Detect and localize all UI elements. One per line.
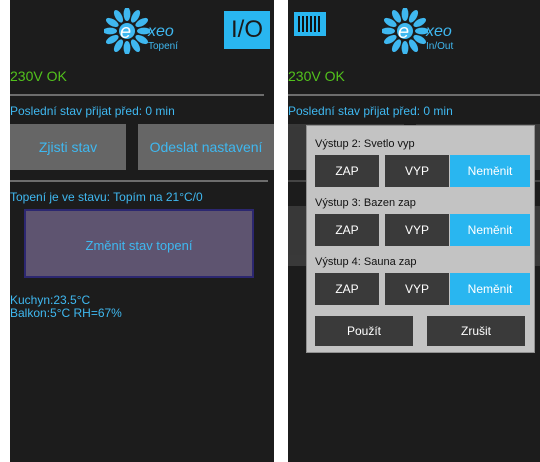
output-2-on-button[interactable]: ZAP — [315, 155, 379, 187]
output-4-on-button[interactable]: ZAP — [315, 273, 379, 305]
output-3-keep-button[interactable]: Neměnit — [450, 214, 530, 246]
output-4-keep-button[interactable]: Neměnit — [450, 273, 530, 305]
output-2-off-button[interactable]: VYP — [385, 155, 449, 187]
heating-screen: e xeo Topení I/O 230V OK Poslední stav p… — [10, 0, 274, 462]
output-3-on-button[interactable]: ZAP — [315, 214, 379, 246]
brand-name: xeo — [148, 23, 174, 40]
brand-name: xeo — [426, 23, 452, 40]
get-state-button[interactable]: Zjisti stav — [10, 124, 126, 170]
send-settings-button[interactable]: Odeslat nastavení — [138, 124, 274, 170]
power-status: 230V OK — [10, 68, 67, 84]
inout-screen: e xeo In/Out 230V OK Poslední stav přija… — [288, 0, 540, 462]
change-heating-button[interactable]: Změnit stav topení — [24, 209, 254, 278]
last-state-text: Poslední stav přijat před: 0 min — [288, 104, 453, 118]
divider — [10, 180, 268, 182]
exeo-logo: e xeo Topení — [104, 8, 188, 62]
apply-button[interactable]: Použít — [315, 316, 413, 346]
background-button — [534, 206, 540, 266]
sun-logo-icon: e — [382, 8, 428, 54]
svg-text:e: e — [398, 21, 409, 43]
temperature-readouts: Kuchyn:23.5°C Balkon:5°C RH=67% — [10, 294, 122, 320]
output-4-label: Výstup 4: Sauna zap — [315, 256, 417, 268]
output-3-off-button[interactable]: VYP — [385, 214, 449, 246]
last-state-text: Poslední stav přijat před: 0 min — [10, 104, 175, 118]
output-4-off-button[interactable]: VYP — [385, 273, 449, 305]
output-settings-dialog: Výstup 2: Svetlo vyp ZAP VYP Neměnit Výs… — [307, 126, 534, 352]
cancel-button[interactable]: Zrušit — [427, 316, 525, 346]
output-3-label: Výstup 3: Bazen zap — [315, 197, 416, 209]
heating-status-text: Topení je ve stavu: Topím na 21°C/0 — [10, 190, 203, 204]
output-2-keep-button[interactable]: Neměnit — [450, 155, 530, 187]
power-status: 230V OK — [288, 68, 345, 84]
screen-subtitle: Topení — [148, 41, 179, 52]
balcony-temp: Balkon:5°C RH=67% — [10, 306, 122, 320]
app-header: e xeo Topení I/O — [10, 0, 274, 64]
sun-logo-icon: e — [104, 8, 150, 54]
output-2-label: Výstup 2: Svetlo vyp — [315, 138, 415, 150]
divider — [288, 94, 540, 96]
io-toggle-button[interactable]: I/O — [224, 11, 270, 49]
barcode-icon[interactable] — [294, 12, 326, 36]
app-header: e xeo In/Out — [288, 0, 540, 64]
svg-text:e: e — [120, 21, 131, 43]
screen-subtitle: In/Out — [426, 41, 454, 52]
divider — [10, 94, 264, 96]
exeo-logo: e xeo In/Out — [382, 8, 466, 62]
